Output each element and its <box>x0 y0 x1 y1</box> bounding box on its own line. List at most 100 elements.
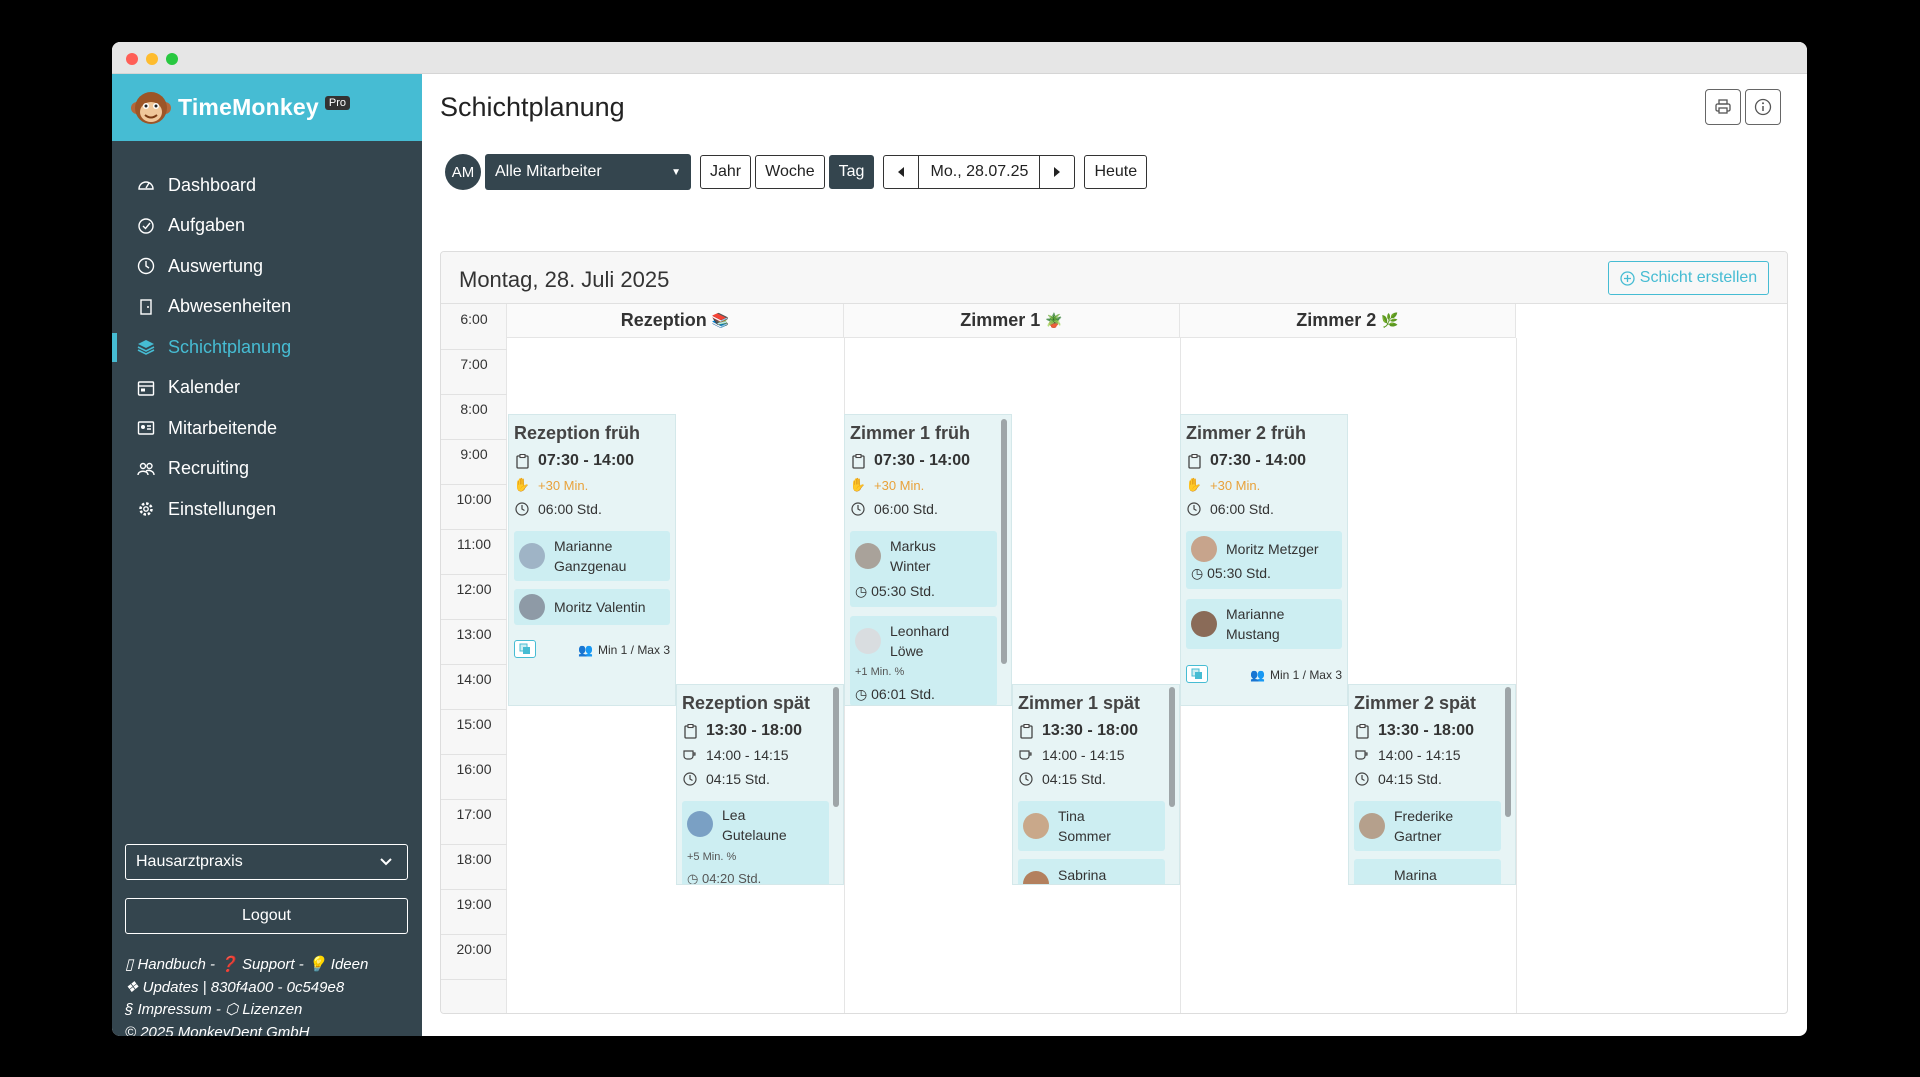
shift-card-zimmer-2-spaet[interactable]: Zimmer 2 spät 13:30 - 18:00 14:00 - 14:1… <box>1348 684 1516 885</box>
assigned-employee[interactable]: Markus Winter ◷ 05:30 Std. <box>850 531 997 607</box>
door-icon <box>136 297 156 317</box>
pro-badge: Pro <box>324 95 351 110</box>
updates-link[interactable]: Updates | 830f4a00 - 0c549e8 <box>143 979 345 996</box>
id-card-icon <box>136 418 156 438</box>
nav-item-schichtplanung[interactable]: Schichtplanung <box>112 327 422 368</box>
assigned-employee[interactable]: Moritz Valentin <box>514 589 670 625</box>
nav-item-kalender[interactable]: Kalender <box>112 368 422 409</box>
shift-card-scrollbar[interactable] <box>833 687 839 807</box>
employee-first-name: Tina <box>1058 808 1085 824</box>
support-link[interactable]: Support <box>242 956 295 973</box>
nav-item-dashboard[interactable]: Dashboard <box>112 165 422 206</box>
nav-item-einstellungen[interactable]: Einstellungen <box>112 489 422 530</box>
organization-select[interactable]: Hausarztpraxis <box>125 844 408 880</box>
nav-label: Einstellungen <box>168 498 277 519</box>
shift-hours: 06:00 Std. <box>514 501 602 517</box>
user-avatar[interactable]: AM <box>445 154 481 190</box>
hour-label: 6:00 <box>460 311 488 327</box>
shift-time: 13:30 - 18:00 <box>682 722 802 740</box>
copy-shift-button[interactable] <box>1186 665 1208 683</box>
assigned-employee[interactable]: Tina Sommer <box>1018 801 1165 851</box>
plus-circle-icon <box>1620 270 1635 286</box>
today-button[interactable]: Heute <box>1084 155 1148 189</box>
shift-card-scrollbar[interactable] <box>1001 419 1007 664</box>
time-column: 6:00 7:00 8:00 9:00 10:00 11:00 12:00 13… <box>441 304 507 1013</box>
ideas-link[interactable]: Ideen <box>331 956 369 973</box>
hour-line <box>441 934 507 935</box>
assigned-employee[interactable]: Frederike Gartner <box>1354 801 1501 851</box>
licenses-link[interactable]: Lizenzen <box>242 1001 302 1018</box>
employee-first-name: Markus <box>890 538 936 554</box>
window-titlebar <box>112 42 1807 74</box>
shift-card-zimmer-1-spaet[interactable]: Zimmer 1 spät 13:30 - 18:00 14:00 - 14:1… <box>1012 684 1180 885</box>
view-week-button[interactable]: Woche <box>755 155 825 189</box>
info-button[interactable] <box>1745 89 1781 125</box>
assigned-employee[interactable]: Lea Gutelaune +5 Min. % ◷ 04:20 Std. <box>682 801 829 884</box>
shift-card-rezeption-frueh[interactable]: Rezeption früh 07:30 - 14:00 ✋ +30 Min. 0… <box>508 414 676 706</box>
view-day-button[interactable]: Tag <box>828 155 875 189</box>
previous-day-button[interactable] <box>884 156 918 188</box>
hour-label: 12:00 <box>456 581 492 597</box>
handbook-link[interactable]: Handbuch <box>137 956 205 973</box>
schedule-toolbar: AM Alle Mitarbeiter ▼ Jahr Woche Tag Mo.… <box>445 154 1148 190</box>
book-icon: ▯ <box>125 956 134 973</box>
copy-shift-button[interactable] <box>514 640 536 658</box>
plant-icon: 🪴 <box>1045 312 1063 328</box>
shift-time: 07:30 - 14:00 <box>1186 452 1306 470</box>
print-button[interactable] <box>1705 89 1741 125</box>
shift-card-rezeption-spaet[interactable]: Rezeption spät 13:30 - 18:00 14:00 - 14:… <box>676 684 844 885</box>
assigned-employee[interactable]: Marina <box>1354 859 1501 884</box>
gear-icon <box>136 499 156 519</box>
employee-name: Moritz Valentin <box>554 599 646 615</box>
shift-card-scrollbar[interactable] <box>1169 687 1175 807</box>
employee-hours-value: 06:01 Std. <box>871 686 935 702</box>
employee-last-name: Mustang <box>1226 626 1280 642</box>
shift-card-zimmer-1-frueh[interactable]: Zimmer 1 früh 07:30 - 14:00 ✋ +30 Min. 06… <box>844 414 1012 706</box>
employee-name: Marianne Mustang <box>1226 604 1284 644</box>
nav-item-mitarbeitende[interactable]: Mitarbeitende <box>112 408 422 449</box>
hour-line <box>441 394 507 395</box>
employee-select[interactable]: Alle Mitarbeiter ▼ <box>485 154 691 190</box>
shift-time-value: 07:30 - 14:00 <box>1210 452 1307 469</box>
logout-button[interactable]: Logout <box>125 898 408 934</box>
create-shift-button[interactable]: Schicht erstellen <box>1608 261 1769 295</box>
employee-avatar <box>1359 813 1385 839</box>
assigned-employee[interactable]: Marianne Mustang <box>1186 599 1342 649</box>
employee-extra-value: +5 Min. <box>687 851 724 863</box>
nav-item-recruiting[interactable]: Recruiting <box>112 449 422 490</box>
shift-hours: 06:00 Std. <box>850 501 938 517</box>
assigned-employee[interactable]: Sabrina <box>1018 859 1165 884</box>
next-day-button[interactable] <box>1040 156 1074 188</box>
maximize-window-button[interactable] <box>166 53 178 65</box>
assigned-employee[interactable]: Marianne Ganzgenau <box>514 531 670 581</box>
column-header-rezeption: Rezeption 📚 <box>507 304 844 338</box>
clock-icon <box>682 771 698 787</box>
employee-name: Moritz Metzger <box>1226 541 1319 557</box>
shift-card-zimmer-2-frueh[interactable]: Zimmer 2 früh 07:30 - 14:00 ✋ +30 Min. 06… <box>1180 414 1348 706</box>
shift-card-scrollbar[interactable] <box>1505 687 1511 817</box>
clock-icon <box>1186 501 1202 517</box>
percent-icon: % <box>726 851 737 863</box>
nav-item-abwesenheiten[interactable]: Abwesenheiten <box>112 287 422 328</box>
help-icon: ❓ <box>219 956 238 973</box>
nav-item-auswertung[interactable]: Auswertung <box>112 246 422 287</box>
clipboard-icon <box>1018 723 1034 739</box>
close-window-button[interactable] <box>126 53 138 65</box>
layers-icon <box>136 337 156 357</box>
shift-extra: ✋ +30 Min. <box>514 477 588 493</box>
brand-header[interactable]: TimeMonkey Pro <box>112 74 422 141</box>
main-content: Schichtplanung AM Alle Mitarbeiter ▼ Jah… <box>422 74 1807 1036</box>
employee-hours-value: 05:30 Std. <box>1207 565 1271 581</box>
minimize-window-button[interactable] <box>146 53 158 65</box>
assigned-employee[interactable]: Moritz Metzger ◷ 05:30 Std. <box>1186 531 1342 589</box>
view-year-button[interactable]: Jahr <box>700 155 752 189</box>
hour-line <box>441 754 507 755</box>
caret-left-icon <box>898 167 905 177</box>
copyright: © 2025 MonkeyDent GmbH <box>125 1023 310 1037</box>
employee-name: Lea Gutelaune <box>722 805 787 845</box>
assigned-employee[interactable]: Leonhard Löwe +1 Min. % ◷ 06:01 Std. <box>850 616 997 705</box>
shift-hours-value: 06:00 Std. <box>874 501 938 517</box>
impressum-link[interactable]: § Impressum <box>125 1001 212 1018</box>
nav-item-aufgaben[interactable]: Aufgaben <box>112 206 422 247</box>
current-date[interactable]: Mo., 28.07.25 <box>918 156 1041 188</box>
